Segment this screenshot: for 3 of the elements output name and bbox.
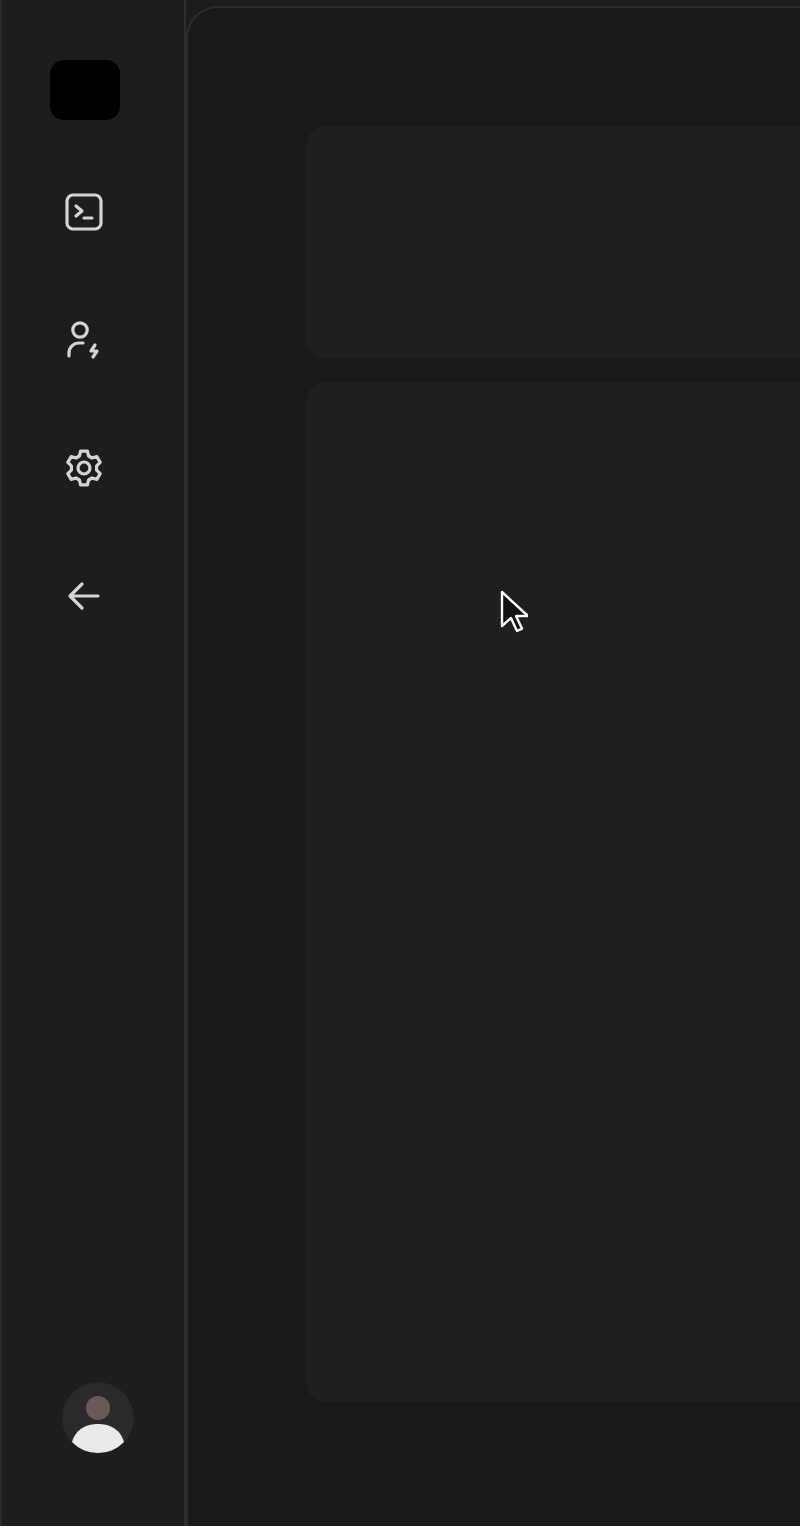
avatar[interactable] (61, 1382, 133, 1454)
mouse-cursor-icon (500, 590, 528, 634)
terminal-icon[interactable] (59, 188, 107, 236)
